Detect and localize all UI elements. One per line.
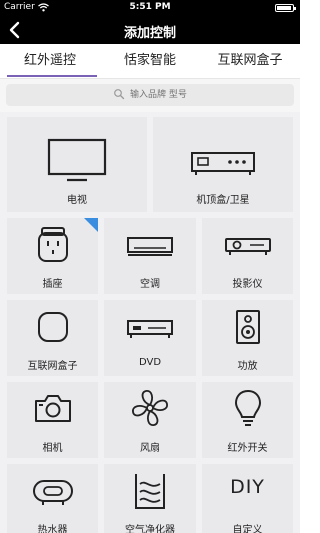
camera-icon [34, 395, 71, 422]
device-card-amplifier[interactable]: 功放 [202, 300, 293, 376]
water-heater-icon [32, 480, 73, 505]
air-conditioner-icon [127, 237, 173, 256]
device-card-air-purifier[interactable]: 空气净化器 [104, 464, 196, 533]
tab-infrared-remote[interactable]: 红外遥控 [0, 44, 100, 78]
search-area [0, 79, 300, 112]
device-card-tv[interactable]: 电视 [7, 117, 147, 212]
device-label: 机顶盒/卫星 [196, 195, 250, 206]
device-label: 空调 [140, 279, 160, 290]
new-badge [84, 218, 98, 232]
device-label: 功放 [237, 361, 258, 372]
speaker-icon [235, 310, 260, 344]
device-grid: 电视 机顶盒/卫星 插座 空调 投影仪 互联网盒子 DVD 功放 相机 风扇 红… [0, 112, 300, 533]
device-label: 插座 [42, 279, 63, 290]
category-tabs: 红外遥控 恬家智能 互联网盒子 [0, 44, 300, 78]
device-card-dvd[interactable]: DVD [104, 300, 196, 376]
device-label: 红外开关 [227, 443, 268, 454]
device-label: 相机 [42, 443, 63, 454]
smart-plug-icon [37, 227, 68, 262]
device-label: 空气净化器 [125, 525, 175, 533]
battery-icon [275, 4, 296, 12]
device-card-water-heater[interactable]: 热水器 [7, 464, 98, 533]
device-card-smart-plug[interactable]: 插座 [7, 218, 98, 294]
nav-bar: 添加控制 [0, 16, 300, 44]
device-card-air-conditioner[interactable]: 空调 [104, 218, 196, 294]
page-title: 添加控制 [123, 26, 176, 41]
device-card-ir-switch[interactable]: 红外开关 [202, 382, 293, 458]
device-card-camera[interactable]: 相机 [7, 382, 98, 458]
tab-internet-box[interactable]: 互联网盒子 [200, 44, 300, 78]
air-purifier-icon [135, 474, 165, 509]
bulb-icon [234, 389, 261, 426]
search-icon [114, 89, 125, 100]
device-label: 电视 [67, 195, 87, 206]
search-bar[interactable] [6, 84, 294, 106]
device-label: 互联网盒子 [27, 361, 78, 372]
device-label: DVD [138, 357, 162, 368]
tv-icon [47, 138, 107, 182]
device-card-set-top-box[interactable]: 机顶盒/卫星 [153, 117, 293, 212]
device-label: 热水器 [37, 525, 68, 533]
dvd-player-icon [127, 320, 173, 338]
diy-icon: DIY [230, 476, 265, 498]
device-card-fan[interactable]: 风扇 [104, 382, 196, 458]
device-card-custom[interactable]: DIY 自定义 [202, 464, 293, 533]
search-input[interactable] [130, 86, 280, 104]
status-bar: Carrier 5:51 PM [0, 0, 300, 16]
battery-level [277, 6, 291, 10]
device-card-internet-box[interactable]: 互联网盒子 [7, 300, 98, 376]
tab-smart-home[interactable]: 恬家智能 [100, 44, 200, 78]
projector-icon [224, 238, 271, 255]
device-card-projector[interactable]: 投影仪 [202, 218, 293, 294]
clock: 5:51 PM [129, 2, 171, 12]
internet-box-icon [37, 312, 68, 342]
set-top-box-icon [191, 152, 255, 175]
device-label: 投影仪 [232, 279, 263, 290]
device-label: 自定义 [232, 525, 263, 533]
fan-icon [132, 390, 168, 426]
active-tab-indicator [7, 75, 97, 77]
device-label: 风扇 [140, 443, 160, 454]
